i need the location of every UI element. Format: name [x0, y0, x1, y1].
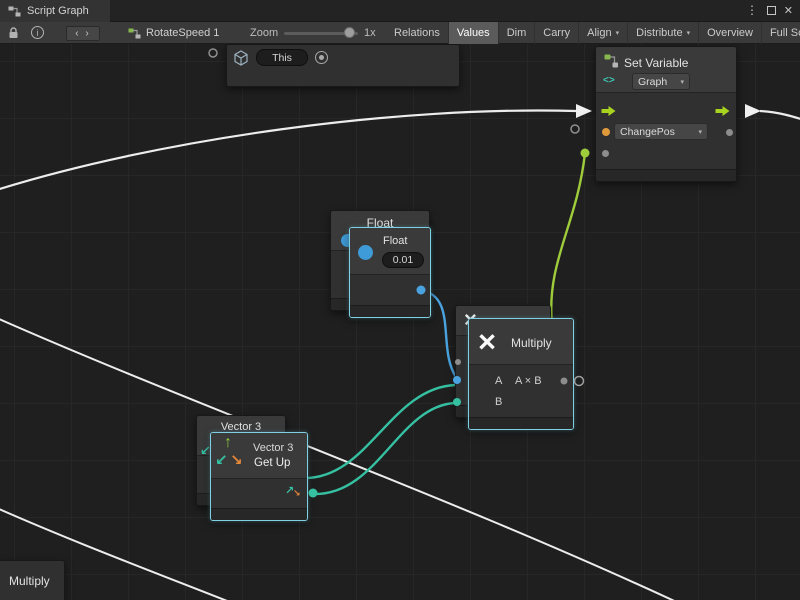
vector3-title: Vector 3	[253, 442, 293, 454]
value-output-port[interactable]	[726, 129, 733, 136]
button-label: Overview	[707, 27, 753, 39]
button-label: Full Screen	[770, 27, 800, 39]
multiply-title: Multiply	[511, 336, 552, 350]
get-up-subtitle: Get Up	[254, 457, 290, 469]
button-label: Relations	[394, 27, 440, 39]
set-variable-title: Set Variable	[624, 56, 688, 70]
graph-name[interactable]: RotateSpeed 1	[146, 27, 219, 39]
chevron-down-icon: ▾	[687, 29, 691, 37]
node-footer	[211, 508, 307, 520]
tab-script-graph[interactable]: Script Graph	[0, 0, 110, 22]
value-input-port[interactable]	[602, 150, 609, 157]
relations-button[interactable]: Relations	[386, 22, 449, 44]
window-menu-icon[interactable]: ⋮	[746, 3, 758, 17]
zoom-value: 1x	[364, 27, 376, 39]
button-label: Dim	[507, 27, 527, 39]
titlebar: Script Graph ⋮ ✕	[0, 0, 800, 22]
node-float[interactable]: Float 0.01	[349, 227, 431, 318]
button-label: Values	[457, 27, 490, 39]
node-footer	[469, 417, 573, 429]
button-label: Distribute	[636, 27, 682, 39]
chevron-down-icon: ▾	[616, 29, 620, 37]
connector-toggle-button[interactable]: ‹ ›	[66, 26, 100, 41]
node-footer	[350, 305, 430, 317]
mini-se-arrow-icon: ↘	[293, 488, 301, 499]
flow-output-port[interactable]	[715, 105, 731, 117]
down-right-arrow-icon: ↘	[230, 451, 243, 469]
align-button[interactable]: Align ▾	[579, 22, 628, 44]
cube-icon	[233, 50, 249, 66]
script-graph-window: This Set Variable <> Graph ▾ ChangePos ▾	[0, 0, 800, 600]
chevron-down-icon: ▾	[680, 78, 684, 86]
button-label: Align	[587, 27, 611, 39]
window-close-icon[interactable]: ✕	[784, 4, 793, 17]
window-maximize-icon[interactable]	[767, 6, 776, 15]
port-inner-dot	[319, 55, 324, 60]
distribute-button[interactable]: Distribute ▾	[628, 22, 699, 44]
carry-button[interactable]: Carry	[535, 22, 579, 44]
float-type-icon	[358, 245, 373, 260]
this-target-chip[interactable]: This	[256, 49, 308, 66]
values-button[interactable]: Values	[449, 22, 499, 44]
multiply-icon: ×	[478, 322, 496, 362]
tab-label: Script Graph	[27, 5, 89, 17]
corner-node-title: Multiply	[9, 574, 50, 588]
graph-toolbar: i ‹ › RotateSpeed 1 Zoom 1x Relations Va…	[0, 22, 800, 44]
node-this[interactable]: This	[226, 44, 460, 87]
port-label-a: A	[495, 375, 502, 387]
lock-icon[interactable]	[8, 27, 19, 39]
zoom-slider-handle[interactable]	[344, 27, 355, 38]
up-arrow-icon: ↑	[224, 434, 232, 452]
button-label: Carry	[543, 27, 570, 39]
float-value-input[interactable]: 0.01	[382, 252, 424, 268]
info-icon[interactable]: i	[31, 26, 44, 39]
toolbar-button-group: Relations Values Dim Carry Align ▾ Distri…	[386, 22, 800, 44]
fullscreen-button[interactable]: Full Screen	[762, 22, 800, 44]
variable-kind-label: Graph	[638, 76, 667, 88]
overview-button[interactable]: Overview	[699, 22, 762, 44]
node-multiply-corner[interactable]: Multiply	[0, 560, 65, 600]
zoom-label: Zoom	[250, 27, 278, 39]
node-set-variable[interactable]: Set Variable <> Graph ▾ ChangePos ▾	[595, 46, 737, 182]
variable-kind-dropdown[interactable]: Graph ▾	[632, 73, 690, 90]
variable-name-dropdown[interactable]: ChangePos ▾	[614, 123, 708, 140]
dim-button[interactable]: Dim	[499, 22, 536, 44]
variable-name-port[interactable]	[602, 128, 610, 136]
down-left-arrow-icon: ↙	[215, 451, 228, 469]
chevron-down-icon: ▾	[698, 128, 702, 136]
set-variable-icon	[604, 54, 619, 68]
port-label-b: B	[495, 396, 502, 408]
this-output-port[interactable]	[315, 51, 328, 64]
script-graph-icon	[8, 6, 21, 17]
node-vector3-get-up[interactable]: ↑ ↙ ↘ Vector 3 Get Up ↗ ↘	[210, 432, 308, 521]
float-title: Float	[383, 235, 407, 247]
node-multiply[interactable]: × Multiply A A × B B	[468, 318, 574, 430]
flow-input-port[interactable]	[601, 105, 617, 117]
variable-name-label: ChangePos	[620, 126, 675, 138]
graph-kind-icon: <>	[603, 75, 615, 86]
port-label-result: A × B	[515, 375, 542, 387]
node-footer	[596, 169, 736, 181]
graph-icon	[128, 28, 141, 39]
